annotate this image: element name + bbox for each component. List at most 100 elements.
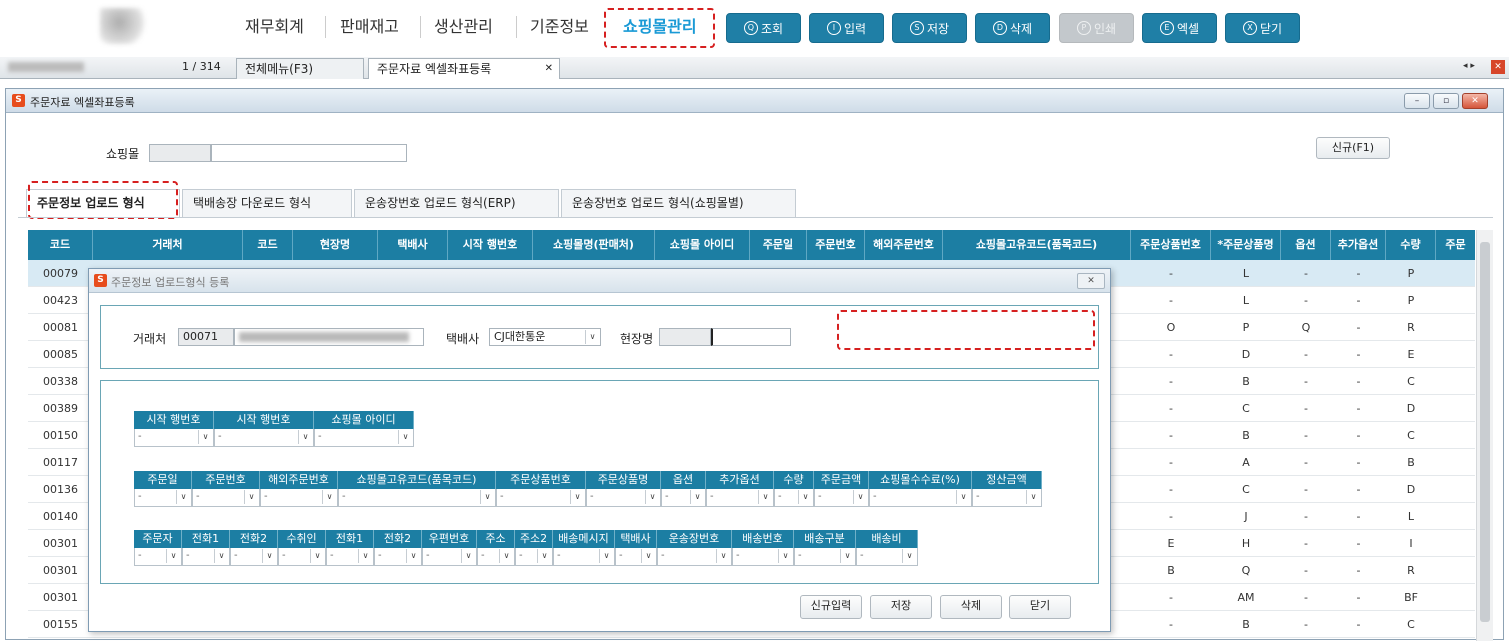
- grid-cell-qty[interactable]: E: [1386, 341, 1436, 368]
- grid-cell-code[interactable]: 00389: [28, 395, 93, 422]
- grid-cell-extra[interactable]: -: [1331, 260, 1386, 287]
- chevron-down-icon[interactable]: ∨: [570, 490, 584, 504]
- mapping-column-select[interactable]: - ∨: [515, 548, 553, 566]
- minimize-icon[interactable]: –: [1404, 93, 1430, 109]
- grid-cell-extra[interactable]: -: [1331, 557, 1386, 584]
- grid-cell-extra[interactable]: -: [1331, 422, 1386, 449]
- mapping-column-select[interactable]: - ∨: [732, 548, 794, 566]
- chevron-down-icon[interactable]: ∨: [1026, 490, 1040, 504]
- chevron-down-icon[interactable]: ∨: [585, 330, 599, 344]
- grid-header-cell[interactable]: 해외주문번호: [865, 230, 943, 260]
- grid-header-cell[interactable]: 수량: [1386, 230, 1436, 260]
- grid-cell-qty[interactable]: BF: [1386, 584, 1436, 611]
- grid-cell-extra[interactable]: -: [1331, 503, 1386, 530]
- grid-cell-option[interactable]: -: [1281, 611, 1331, 638]
- grid-header-cell[interactable]: 쇼핑몰고유코드(품목코드): [943, 230, 1131, 260]
- toolbar-button-x[interactable]: X 닫기: [1225, 13, 1300, 43]
- shop-code-field[interactable]: [149, 144, 211, 162]
- chevron-down-icon[interactable]: ∨: [398, 430, 412, 444]
- toolbar-button-e[interactable]: E 엑셀: [1142, 13, 1217, 43]
- grid-cell-qty[interactable]: C: [1386, 368, 1436, 395]
- chevron-down-icon[interactable]: ∨: [537, 549, 551, 563]
- grid-cell-product-no[interactable]: E: [1131, 530, 1211, 557]
- grid-header-cell[interactable]: 옵션: [1281, 230, 1331, 260]
- grid-cell-product-no[interactable]: -: [1131, 476, 1211, 503]
- grid-cell-extra[interactable]: -: [1331, 395, 1386, 422]
- close-icon[interactable]: ✕: [1462, 93, 1488, 109]
- grid-cell-code[interactable]: 00140: [28, 503, 93, 530]
- grid-cell-extra[interactable]: -: [1331, 314, 1386, 341]
- grid-cell-product-no[interactable]: -: [1131, 422, 1211, 449]
- mapping-column-select[interactable]: - ∨: [869, 489, 972, 507]
- mapping-column-select[interactable]: - ∨: [192, 489, 260, 507]
- grid-cell-qty[interactable]: I: [1386, 530, 1436, 557]
- grid-cell-product-no[interactable]: -: [1131, 260, 1211, 287]
- grid-cell-option[interactable]: -: [1281, 584, 1331, 611]
- grid-header-cell[interactable]: 주문상품번호: [1131, 230, 1211, 260]
- chevron-down-icon[interactable]: ∨: [358, 549, 372, 563]
- grid-cell-option[interactable]: -: [1281, 287, 1331, 314]
- grid-cell-option[interactable]: -: [1281, 368, 1331, 395]
- menu-sales-inventory[interactable]: 판매재고: [340, 14, 399, 40]
- grid-cell-option[interactable]: -: [1281, 530, 1331, 557]
- courier-select[interactable]: CJ대한통운 ∨: [489, 328, 601, 346]
- mapping-column-select[interactable]: - ∨: [314, 429, 414, 447]
- mapping-column-select[interactable]: - ∨: [326, 548, 374, 566]
- chevron-down-icon[interactable]: ∨: [853, 490, 867, 504]
- grid-cell-product-name[interactable]: B: [1211, 422, 1281, 449]
- grid-cell-extra[interactable]: -: [1331, 449, 1386, 476]
- mapping-column-select[interactable]: - ∨: [477, 548, 515, 566]
- grid-cell-qty[interactable]: R: [1386, 314, 1436, 341]
- grid-cell-option[interactable]: -: [1281, 260, 1331, 287]
- grid-cell-code[interactable]: 00079: [28, 260, 93, 287]
- toolbar-button-q[interactable]: Q 조회: [726, 13, 801, 43]
- grid-header-cell[interactable]: 쇼핑몰명(판매처): [533, 230, 655, 260]
- grid-header-cell[interactable]: 시작 행번호: [448, 230, 533, 260]
- grid-cell-product-no[interactable]: -: [1131, 611, 1211, 638]
- grid-cell-code[interactable]: 00301: [28, 584, 93, 611]
- chevron-down-icon[interactable]: ∨: [406, 549, 420, 563]
- grid-cell-option[interactable]: -: [1281, 503, 1331, 530]
- grid-cell-product-name[interactable]: AM: [1211, 584, 1281, 611]
- restore-icon[interactable]: ▫: [1433, 93, 1459, 109]
- site-name-field[interactable]: [711, 328, 791, 346]
- grid-cell-code[interactable]: 00117: [28, 449, 93, 476]
- chevron-down-icon[interactable]: ∨: [298, 430, 312, 444]
- tab-waybill-upload-erp[interactable]: 운송장번호 업로드 형식(ERP): [354, 189, 559, 217]
- grid-header-cell[interactable]: 주문일: [750, 230, 807, 260]
- grid-cell-code[interactable]: 00423: [28, 287, 93, 314]
- grid-cell-product-name[interactable]: H: [1211, 530, 1281, 557]
- grid-cell-product-name[interactable]: L: [1211, 260, 1281, 287]
- chevron-down-icon[interactable]: ∨: [716, 549, 730, 563]
- mapping-column-select[interactable]: - ∨: [706, 489, 774, 507]
- grid-cell-option[interactable]: -: [1281, 341, 1331, 368]
- menu-accounting[interactable]: 재무회계: [245, 14, 304, 40]
- chevron-down-icon[interactable]: ∨: [176, 490, 190, 504]
- chevron-down-icon[interactable]: ∨: [840, 549, 854, 563]
- grid-cell-qty[interactable]: P: [1386, 287, 1436, 314]
- grid-cell-product-no[interactable]: -: [1131, 449, 1211, 476]
- grid-cell-product-name[interactable]: C: [1211, 476, 1281, 503]
- grid-cell-extra[interactable]: -: [1331, 530, 1386, 557]
- grid-header-cell[interactable]: 주문: [1436, 230, 1475, 260]
- grid-cell-extra[interactable]: -: [1331, 584, 1386, 611]
- grid-cell-product-name[interactable]: B: [1211, 611, 1281, 638]
- menu-master-data[interactable]: 기준정보: [530, 14, 589, 40]
- new-button[interactable]: 신규(F1): [1316, 137, 1390, 159]
- mapping-column-select[interactable]: - ∨: [661, 489, 706, 507]
- grid-cell-qty[interactable]: D: [1386, 395, 1436, 422]
- grid-cell-code[interactable]: 00081: [28, 314, 93, 341]
- grid-cell-product-no[interactable]: -: [1131, 341, 1211, 368]
- new-entry-button[interactable]: 신규입력: [800, 595, 862, 619]
- close-all-tabs-icon[interactable]: ✕: [1491, 60, 1505, 74]
- mapping-column-select[interactable]: - ∨: [615, 548, 657, 566]
- mapping-column-select[interactable]: - ∨: [794, 548, 856, 566]
- chevron-down-icon[interactable]: ∨: [902, 549, 916, 563]
- chevron-down-icon[interactable]: ∨: [956, 490, 970, 504]
- toolbar-button-i[interactable]: I 입력: [809, 13, 884, 43]
- grid-cell-code[interactable]: 00150: [28, 422, 93, 449]
- toolbar-button-d[interactable]: D 삭제: [975, 13, 1050, 43]
- chevron-down-icon[interactable]: ∨: [322, 490, 336, 504]
- grid-cell-product-no[interactable]: -: [1131, 503, 1211, 530]
- chevron-down-icon[interactable]: ∨: [798, 490, 812, 504]
